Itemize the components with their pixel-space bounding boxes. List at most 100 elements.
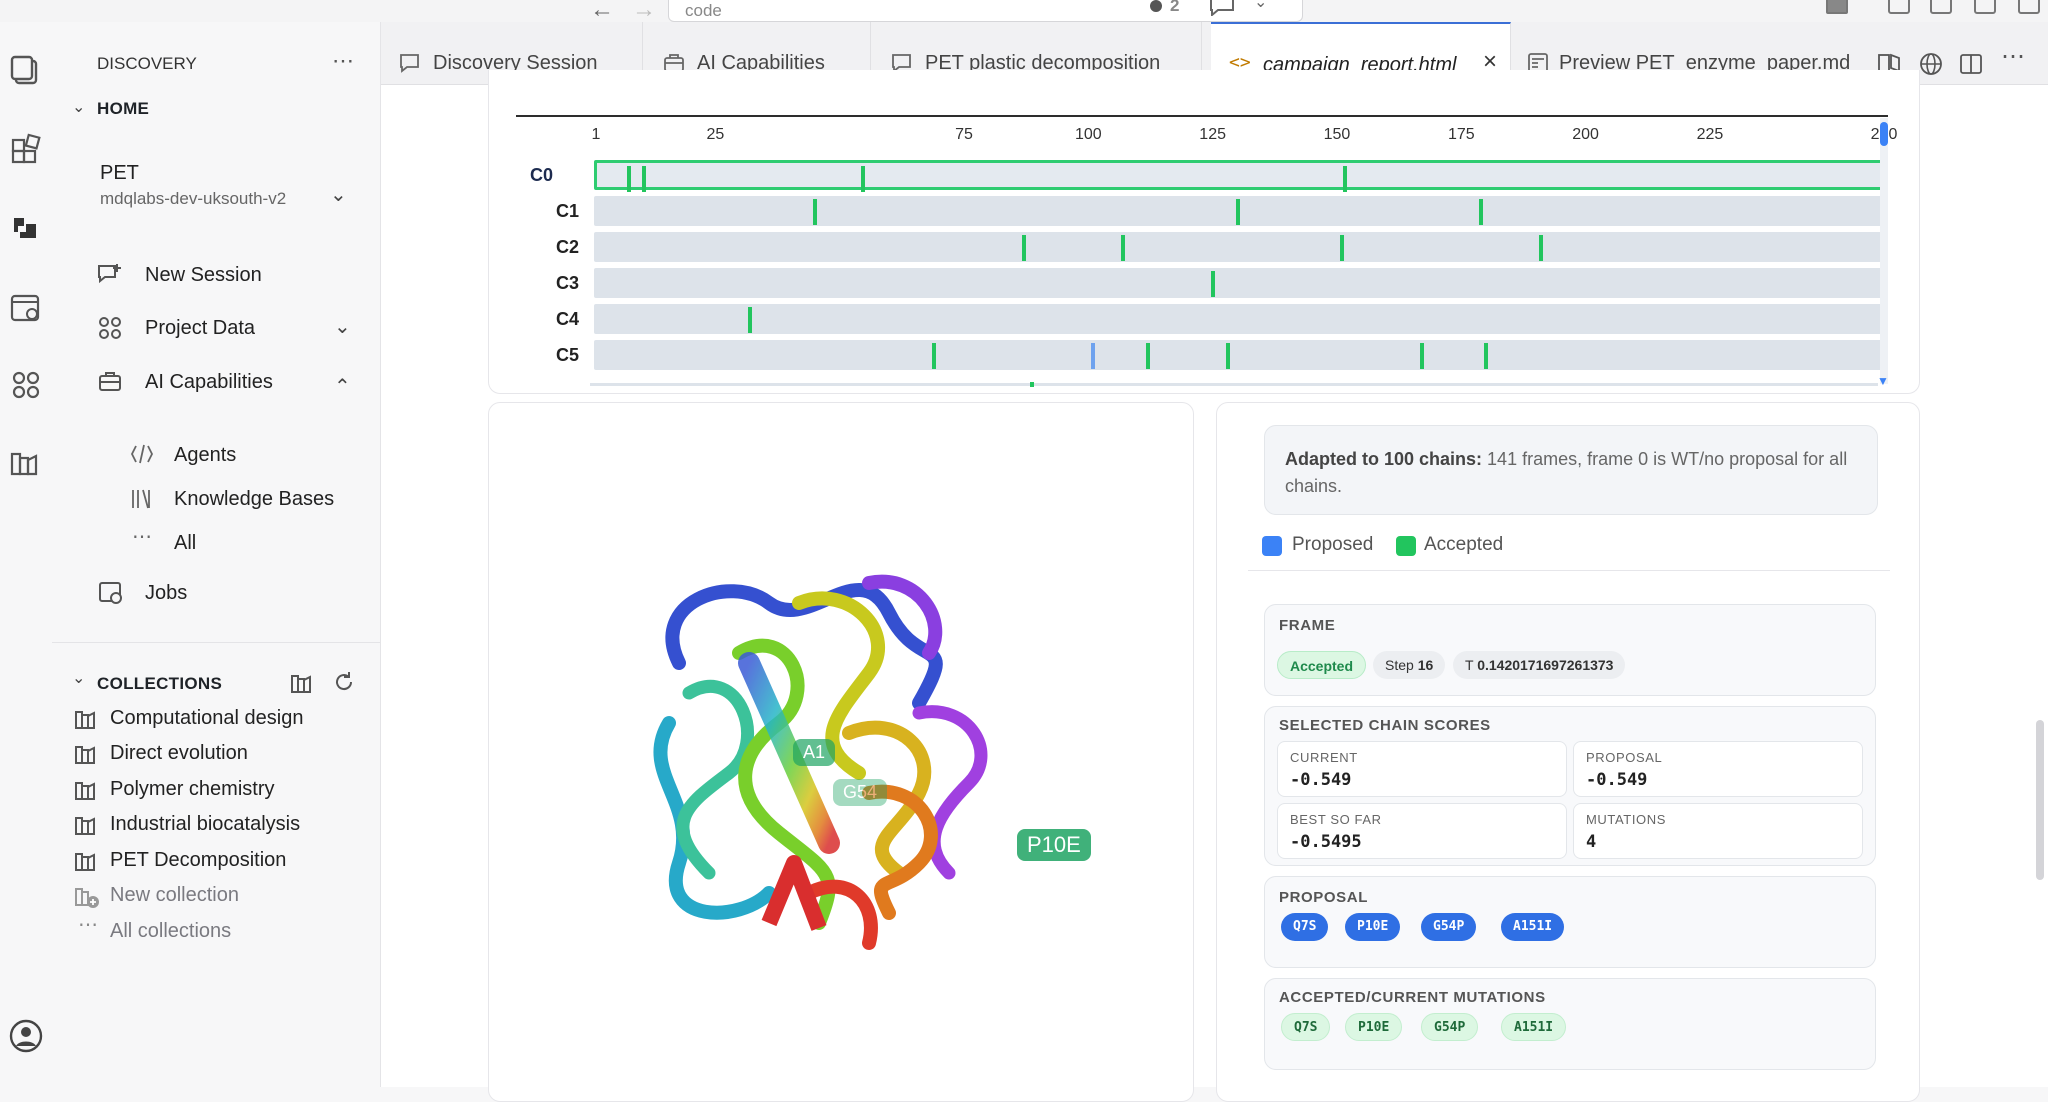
chevron-down-icon[interactable]: ⌄ — [72, 668, 85, 688]
accepted-mutation-a151i[interactable]: A151I — [1501, 1013, 1567, 1041]
forward-arrow-icon[interactable]: → — [632, 0, 656, 24]
accepted-mutation-mark[interactable] — [1342, 166, 1347, 192]
extensions-icon[interactable] — [8, 132, 44, 168]
collection-item-direct-evolution[interactable]: Direct evolution — [110, 742, 248, 765]
mutation-label-a1[interactable]: A1 — [793, 739, 836, 766]
sidebar-item-new-session[interactable]: New Session — [145, 264, 262, 287]
refresh-icon[interactable] — [332, 670, 356, 694]
accepted-mutation-mark[interactable] — [1021, 235, 1026, 261]
account-avatar-icon[interactable] — [8, 1018, 44, 1054]
add-collection-icon[interactable] — [290, 670, 316, 694]
x-tick-label: 100 — [1074, 126, 1102, 143]
account-icon[interactable] — [1826, 0, 1848, 14]
new-collection-button[interactable]: New collection — [110, 884, 239, 907]
proposed-mutation-mark[interactable] — [1091, 343, 1096, 369]
proposal-mutation-a151i[interactable]: A151I — [1501, 913, 1565, 941]
accepted-mutation-g54p[interactable]: G54P — [1421, 1013, 1479, 1041]
accepted-mutation-mark[interactable] — [1484, 343, 1489, 369]
collection-item-computational-design[interactable]: Computational design — [110, 707, 303, 730]
editor-scrollbar-thumb[interactable] — [2036, 720, 2044, 880]
sidebar-item-knowledge-bases[interactable]: Knowledge Bases — [174, 488, 334, 511]
all-collections-link[interactable]: All collections — [110, 920, 231, 943]
accepted-mutation-mark[interactable] — [1146, 343, 1150, 369]
accepted-mutation-p10e[interactable]: P10E — [1345, 1013, 1403, 1041]
address-text: code — [685, 1, 722, 20]
proposal-mutation-q7s[interactable]: Q7S — [1281, 913, 1329, 941]
chat-icon — [400, 54, 419, 73]
mutation-label-p10e[interactable]: P10E — [1017, 829, 1091, 861]
chain-track[interactable] — [594, 232, 1886, 262]
proposal-mutation-g54p[interactable]: G54P — [1421, 913, 1477, 941]
structure-viewer-panel[interactable]: P10E A1 G54 — [488, 402, 1194, 1102]
collections-section-header[interactable]: COLLECTIONS — [97, 674, 222, 694]
explorer-icon[interactable] — [8, 52, 44, 88]
accepted-mutation-mark[interactable] — [1235, 199, 1240, 225]
accepted-mutation-mark[interactable] — [748, 307, 753, 333]
accepted-mutation-mark[interactable] — [626, 166, 631, 192]
toggle-sidebar-icon[interactable] — [1930, 0, 1952, 14]
notification-badge[interactable]: 2 ⌄ — [1150, 0, 1280, 18]
accepted-mutation-mark[interactable] — [1339, 235, 1344, 261]
track-scrollbar[interactable] — [1880, 118, 1888, 384]
accepted-mutation-q7s[interactable]: Q7S — [1281, 1013, 1331, 1041]
accepted-mutation-mark[interactable] — [1419, 343, 1424, 369]
collections-icon[interactable] — [8, 444, 44, 480]
globe-icon[interactable] — [1919, 52, 1943, 76]
title-bar: ← → code 2 ⌄ — [0, 0, 2048, 24]
sidebar-item-all[interactable]: All — [174, 532, 196, 555]
chevron-up-icon[interactable]: ⌃ — [334, 374, 351, 399]
chain-row-label[interactable]: C3 — [556, 273, 579, 294]
proposal-card: PROPOSAL Q7S P10E G54P A151I — [1264, 876, 1876, 968]
command-center-input[interactable]: code 2 ⌄ — [668, 0, 1303, 22]
chain-track[interactable] — [594, 304, 1886, 334]
sidebar-item-jobs[interactable]: Jobs — [145, 582, 187, 605]
home-section-header[interactable]: HOME — [97, 99, 149, 119]
scroll-down-icon[interactable]: ▼ — [1877, 374, 1889, 388]
accepted-mutation-mark[interactable] — [1121, 235, 1126, 261]
collection-item-industrial-biocatalysis[interactable]: Industrial biocatalysis — [110, 813, 300, 836]
chain-row-label[interactable]: C5 — [556, 345, 579, 366]
toggle-secondary-sidebar-icon[interactable] — [2018, 0, 2040, 14]
collection-item-pet-decomposition[interactable]: PET Decomposition — [110, 849, 286, 872]
chain-track[interactable] — [594, 160, 1886, 192]
toggle-panel-icon[interactable] — [1974, 0, 1996, 14]
accepted-mutation-mark[interactable] — [1538, 235, 1543, 261]
sidebar-item-project-data[interactable]: Project Data — [145, 317, 255, 340]
divider — [1248, 570, 1890, 571]
chain-row-label[interactable]: C0 — [530, 165, 553, 186]
mutation-label-g54[interactable]: G54 — [833, 779, 888, 806]
sidebar-item-agents[interactable]: Agents — [174, 444, 236, 467]
briefcase-icon — [99, 372, 121, 391]
chevron-down-icon[interactable]: ⌄ — [72, 97, 85, 117]
knowledge-bases-icon — [132, 489, 150, 509]
accepted-mutation-mark[interactable] — [1210, 271, 1215, 297]
layout-icon[interactable] — [1888, 0, 1910, 14]
chain-track[interactable] — [594, 196, 1886, 226]
chain-row-label[interactable]: C2 — [556, 237, 579, 258]
apps-icon[interactable] — [8, 367, 44, 403]
accepted-mutation-mark[interactable] — [860, 166, 865, 192]
chevron-down-icon[interactable]: ⌄ — [334, 314, 351, 339]
sidebar-item-ai-capabilities[interactable]: AI Capabilities — [145, 371, 273, 394]
frame-status-badge: Accepted — [1277, 651, 1367, 679]
proposal-mutation-p10e[interactable]: P10E — [1345, 913, 1401, 941]
jobs-icon[interactable] — [8, 290, 44, 326]
collection-item-polymer-chemistry[interactable]: Polymer chemistry — [110, 778, 274, 801]
more-actions-icon[interactable]: ⋯ — [332, 48, 354, 74]
accepted-mutation-mark[interactable] — [812, 199, 817, 225]
accepted-mutation-mark[interactable] — [1225, 343, 1230, 369]
track-scrollbar-thumb[interactable] — [1880, 122, 1888, 146]
accepted-mutation-mark[interactable] — [641, 166, 646, 192]
accepted-mutation-mark[interactable] — [1479, 199, 1484, 225]
discovery-icon[interactable] — [8, 210, 44, 246]
chain-track[interactable] — [594, 340, 1886, 370]
chain-row-label[interactable]: C4 — [556, 309, 579, 330]
back-arrow-icon[interactable]: ← — [590, 0, 614, 24]
chain-row-label[interactable]: C1 — [556, 201, 579, 222]
frame-step: Step 16 — [1373, 651, 1446, 679]
chain-track[interactable] — [594, 268, 1886, 298]
more-actions-icon[interactable]: ⋯ — [2001, 42, 2025, 71]
split-editor-icon[interactable] — [1959, 52, 1983, 76]
x-tick-label: 225 — [1696, 126, 1724, 143]
accepted-mutation-mark[interactable] — [932, 343, 937, 369]
